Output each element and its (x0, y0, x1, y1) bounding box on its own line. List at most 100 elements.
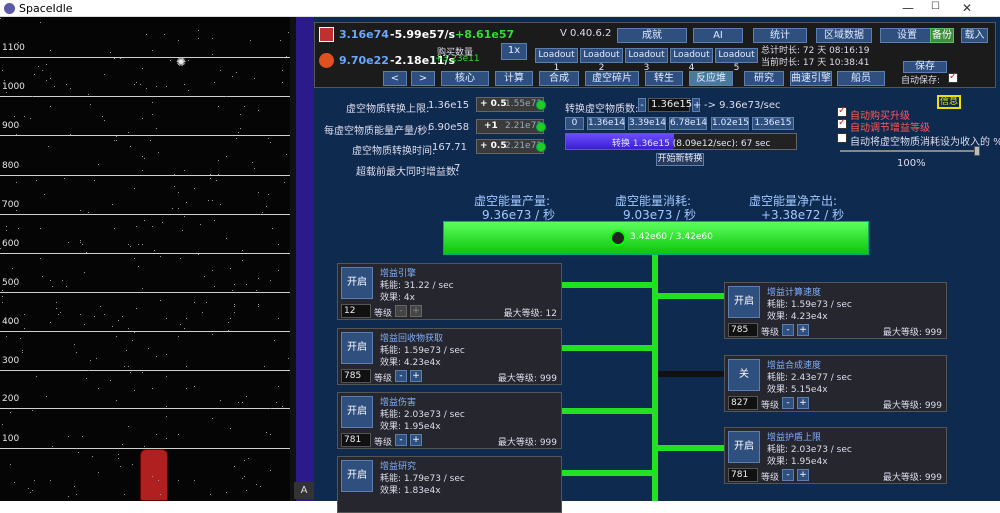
minimize-icon[interactable]: — (902, 1, 914, 15)
loadout-button-3[interactable]: Loadout 3 (625, 48, 668, 73)
tab-3[interactable]: 区域数据 (816, 28, 872, 43)
preset-button[interactable]: 3.39e14 (628, 117, 666, 130)
auto-buy-checkbox[interactable] (837, 105, 847, 117)
star (142, 68, 143, 69)
preset-button[interactable]: 0 (565, 117, 584, 130)
star (258, 110, 259, 111)
maximize-icon[interactable]: ☐ (931, 1, 940, 12)
boost-plus-button[interactable]: + (797, 324, 809, 336)
ratio-slider-track[interactable] (840, 150, 978, 152)
nav-tab-8[interactable]: 船员 (837, 71, 885, 86)
backup-button[interactable]: 备份 (930, 28, 954, 43)
auto-ratio-checkbox[interactable] (837, 133, 847, 143)
altitude-line (0, 57, 290, 58)
tab-1[interactable]: AI (693, 28, 743, 43)
boost-level-input[interactable]: 781 (341, 433, 371, 447)
nav-tab-3[interactable]: 虚空碎片 (585, 71, 639, 86)
boost-toggle-button[interactable]: 开启 (728, 286, 760, 318)
slider-percent: 100% (897, 158, 926, 169)
star (270, 142, 271, 143)
nav-tab-2[interactable]: 合成 (539, 71, 579, 86)
boost-effect: 效果: 4x (380, 293, 415, 303)
star (68, 242, 69, 243)
buy-qty-button[interactable]: 1x (501, 43, 527, 60)
boost-minus-button[interactable]: - (395, 305, 407, 317)
cap-upgrade-button[interactable]: + 0.5 1.55e73 (476, 97, 544, 112)
load-button[interactable]: 载入 (961, 28, 988, 43)
boost-level-input[interactable]: 827 (728, 396, 758, 410)
energy-upgrade-button[interactable]: +1 2.21e73 (476, 119, 544, 134)
boost-plus-button[interactable]: + (410, 370, 422, 382)
star (164, 34, 165, 35)
preset-button[interactable]: 1.36e14 (587, 117, 625, 130)
game-field[interactable]: ✺ 1100 1000 900 800 700 600 500 400 300 200 100 (0, 17, 290, 501)
star (186, 388, 187, 389)
start-new-button[interactable]: 开始新转换 (656, 153, 704, 166)
boost-toggle-button[interactable]: 开启 (341, 460, 373, 492)
convert-input[interactable]: 1.36e15 (648, 98, 692, 112)
loadout-button-1[interactable]: Loadout 1 (535, 48, 578, 73)
boost-toggle-button[interactable]: 关 (728, 359, 760, 391)
star (16, 182, 17, 183)
star (80, 210, 81, 211)
boost-toggle-button[interactable]: 开启 (341, 267, 373, 299)
star (214, 286, 215, 287)
auto-adjust-checkbox[interactable] (837, 117, 847, 129)
boost-panel: 开启 增益伤害 耗能: 2.03e73 / sec 效果: 1.95e4x 781 等级 -… (337, 392, 562, 449)
nav-tab-5[interactable]: 反应堆 (689, 71, 733, 86)
nav-next-button[interactable]: > (411, 71, 435, 86)
time-upgrade-button[interactable]: + 0.5 2.21e73 (476, 139, 544, 154)
nav-tab-7[interactable]: 曲速引擎 (790, 71, 832, 86)
boost-minus-button[interactable]: - (782, 324, 794, 336)
boost-minus-button[interactable]: - (395, 370, 407, 382)
boost-toggle-button[interactable]: 开启 (341, 332, 373, 364)
nav-tab-6[interactable]: 研究 (744, 71, 784, 86)
preset-button[interactable]: 1.36e15 (752, 117, 794, 130)
star (260, 486, 261, 487)
convert-plus-button[interactable]: + (692, 98, 701, 112)
star (134, 188, 135, 189)
boost-level-input[interactable]: 781 (728, 468, 758, 482)
convert-minus-button[interactable]: - (638, 98, 646, 112)
boost-minus-button[interactable]: - (782, 397, 794, 409)
boost-toggle-button[interactable]: 开启 (728, 431, 760, 463)
boost-toggle-button[interactable]: 开启 (341, 396, 373, 428)
a-button[interactable]: A (294, 482, 314, 499)
loadout-button-2[interactable]: Loadout 2 (580, 48, 623, 73)
convert-progress-bar: 转换 1.36e15 (8.09e12/sec): 67 sec (565, 133, 797, 150)
boost-plus-button[interactable]: + (797, 397, 809, 409)
boost-level-input[interactable]: 785 (728, 323, 758, 337)
autosave-checkbox[interactable] (948, 71, 958, 83)
boost-max-level: 最大等级: 12 (503, 309, 557, 319)
save-button[interactable]: 保存 (903, 61, 947, 73)
tab-0[interactable]: 成就 (617, 28, 687, 43)
star (116, 400, 117, 401)
nav-prev-button[interactable]: < (383, 71, 407, 86)
star (230, 318, 231, 319)
nav-tab-4[interactable]: 转生 (645, 71, 683, 86)
star (12, 164, 13, 165)
loadout-button-4[interactable]: Loadout 4 (670, 48, 713, 73)
star (16, 134, 17, 135)
info-button[interactable]: 信息 (937, 95, 961, 109)
ratio-slider-thumb[interactable] (974, 146, 980, 156)
boost-minus-button[interactable]: - (395, 434, 407, 446)
boost-minus-button[interactable]: - (782, 469, 794, 481)
boost-plus-button[interactable]: + (410, 305, 422, 317)
tab-4[interactable]: 设置 (880, 28, 934, 43)
loadout-button-5[interactable]: Loadout 5 (715, 48, 758, 73)
star (0, 18, 1, 19)
boost-level-label: 等级 (374, 374, 393, 384)
nav-tab-0[interactable]: 核心 (441, 71, 489, 86)
star (208, 200, 209, 201)
boost-plus-button[interactable]: + (410, 434, 422, 446)
tab-2[interactable]: 统计 (753, 28, 807, 43)
nav-tab-1[interactable]: 计算 (495, 71, 533, 86)
preset-button[interactable]: 6.78e14 (669, 117, 707, 130)
boost-plus-button[interactable]: + (797, 469, 809, 481)
boost-level-input[interactable]: 785 (341, 369, 371, 383)
star (278, 386, 279, 387)
close-icon[interactable]: ✕ (962, 1, 972, 15)
boost-level-input[interactable]: 12 (341, 304, 371, 318)
preset-button[interactable]: 1.02e15 (711, 117, 749, 130)
